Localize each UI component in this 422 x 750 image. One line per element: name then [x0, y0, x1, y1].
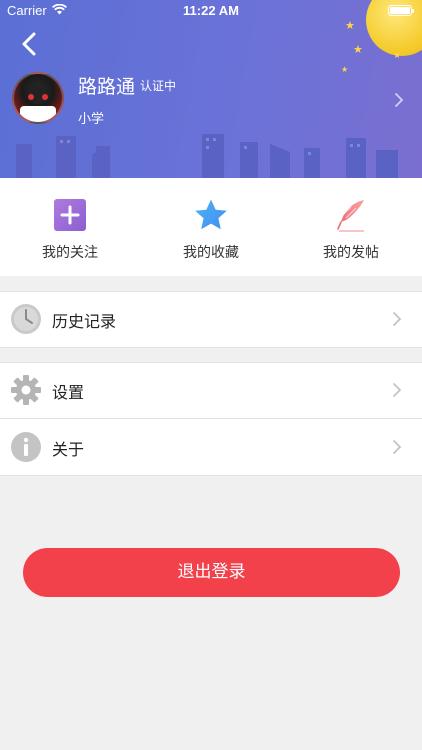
quick-action-favorites[interactable]: 我的收藏 — [141, 178, 281, 276]
plus-icon — [54, 199, 86, 231]
divider — [0, 475, 422, 476]
chevron-right-icon — [393, 440, 402, 454]
city-skyline-decoration — [16, 134, 398, 178]
user-school: 小学 — [78, 112, 105, 127]
bear-cheek — [28, 94, 34, 100]
back-arrow-icon[interactable] — [16, 30, 44, 58]
quick-actions-panel: 我的关注 我的收藏 我的发帖 — [0, 178, 422, 276]
menu-item-label: 关于 — [52, 440, 85, 459]
divider — [0, 362, 422, 363]
star-decoration: ★ — [353, 43, 363, 56]
menu-item-history[interactable]: 历史记录 — [0, 291, 422, 347]
clock-time: 11:22 AM — [183, 3, 239, 18]
star-decoration: ★ — [341, 65, 349, 74]
quick-action-label: 我的收藏 — [183, 245, 239, 261]
menu-item-about[interactable]: 关于 — [0, 419, 422, 475]
quick-action-follows[interactable]: 我的关注 — [0, 178, 140, 276]
chevron-right-icon — [393, 383, 402, 397]
quick-action-label: 我的关注 — [42, 245, 98, 261]
star-decoration: ★ — [393, 51, 402, 61]
logout-button[interactable]: 退出登录 — [23, 548, 400, 597]
menu-item-label: 历史记录 — [52, 312, 117, 331]
battery-icon — [388, 5, 414, 16]
chevron-right-icon — [393, 312, 402, 326]
divider — [0, 418, 422, 419]
divider — [0, 347, 422, 348]
divider — [0, 291, 422, 292]
star-icon — [195, 199, 227, 230]
bear-cheek — [42, 94, 48, 100]
info-icon — [11, 432, 41, 462]
gear-icon — [11, 375, 41, 405]
clock-icon — [11, 304, 41, 334]
verification-badge: 认证中 — [140, 79, 177, 93]
user-name: 路路通 — [78, 76, 136, 98]
bear-shirt — [20, 106, 56, 122]
profile-header: ★ ★ ★ ★ Carrier 11:22 AM 路路通 认证中 小学 — [0, 0, 422, 178]
feather-icon — [337, 200, 364, 232]
status-bar: Carrier 11:22 AM — [0, 0, 422, 22]
avatar[interactable] — [12, 72, 64, 124]
quick-action-label: 我的发帖 — [323, 245, 379, 261]
quick-action-posts[interactable]: 我的发帖 — [281, 178, 421, 276]
menu-item-settings[interactable]: 设置 — [0, 362, 422, 418]
chevron-right-icon[interactable] — [394, 92, 404, 108]
menu-item-label: 设置 — [52, 383, 85, 402]
